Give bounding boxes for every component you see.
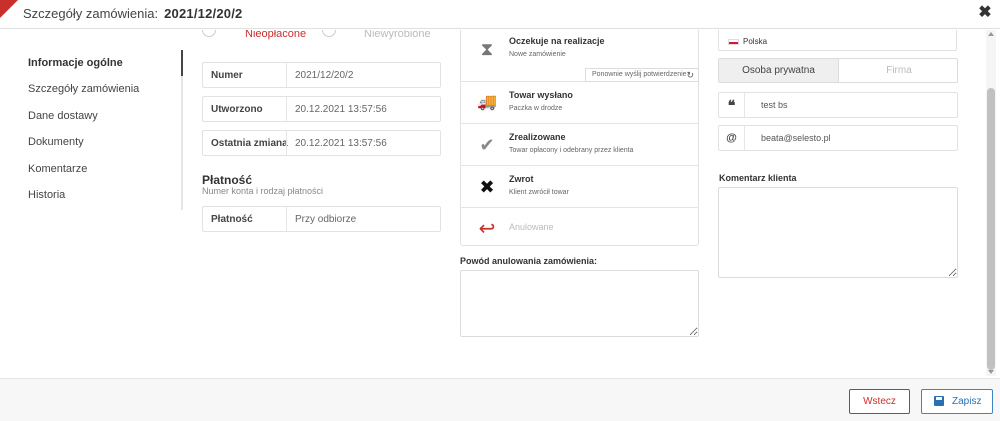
sidebar-item-documents[interactable]: Dokumenty	[28, 129, 182, 155]
modified-value: 20.12.2021 13:57:56	[295, 138, 387, 149]
payment-section-title: Płatność	[202, 173, 253, 187]
status-returned[interactable]: ✖ Zwrot Klient zwrócił towar	[461, 165, 698, 207]
sidebar-item-comments[interactable]: Komentarze	[28, 156, 182, 182]
status-subtitle: Towar opłacony i odebrany przez klienta	[509, 147, 634, 154]
status-title: Oczekuje na realizacje	[509, 36, 605, 46]
status-shipped[interactable]: 🚚 Towar wysłano Paczka w drodze	[461, 81, 698, 123]
modified-field: Ostatnia zmiana 20.12.2021 13:57:56	[202, 130, 441, 156]
at-icon: @	[719, 126, 745, 150]
close-icon[interactable]: ✖	[977, 4, 993, 22]
scroll-up-arrow-icon[interactable]	[988, 32, 994, 36]
radio-not-processed[interactable]	[322, 30, 336, 37]
quote-icon: ❝	[719, 93, 745, 117]
sidebar-item-general-info[interactable]: Informacje ogólne	[28, 50, 182, 76]
payment-method-label: Płatność	[211, 214, 253, 225]
radio-not-processed-label: Niewyrobione	[364, 30, 431, 40]
customer-type-private[interactable]: Osoba prywatna	[719, 59, 839, 82]
save-button[interactable]: Zapisz	[921, 389, 993, 414]
status-subtitle: Paczka w drodze	[509, 105, 563, 112]
modal-header: Szczegóły zamówienia: 2021/12/20/2 ✖	[0, 0, 1000, 29]
payment-method-field: Płatność Przy odbiorze	[202, 206, 441, 232]
customer-name-value: test bs	[761, 100, 788, 110]
country-value: Polska	[743, 37, 768, 46]
undo-arrow-icon: ↩	[478, 218, 496, 240]
status-title: Anulowane	[509, 222, 554, 232]
status-title: Zrealizowane	[509, 132, 566, 142]
number-field: Numer 2021/12/20/2	[202, 62, 441, 88]
truck-icon: 🚚	[477, 94, 497, 111]
cross-icon: ✖	[479, 177, 495, 197]
resend-label: Ponownie wyślij potwierdzenie	[592, 71, 687, 78]
order-status-list: ⧗ Oczekuje na realizacje Nowe zamówienie…	[460, 30, 699, 246]
refresh-icon: ↻	[686, 70, 694, 80]
status-title: Zwrot	[509, 174, 534, 184]
number-label: Numer	[211, 70, 243, 81]
field-divider	[286, 63, 287, 87]
sidebar-item-delivery-data[interactable]: Dane dostawy	[28, 103, 182, 129]
country-field[interactable]: Polska	[718, 30, 957, 51]
payment-status-radio-group: Nieopłacone Niewyrobione	[202, 30, 441, 48]
customer-comment-label: Komentarz klienta	[719, 173, 797, 183]
customer-email-field[interactable]: @ beata@selesto.pl	[718, 125, 958, 151]
created-field: Utworzono 20.12.2021 13:57:56	[202, 96, 441, 122]
created-label: Utworzono	[211, 104, 263, 115]
status-title: Towar wysłano	[509, 90, 573, 100]
scrollbar-thumb[interactable]	[987, 88, 995, 370]
field-divider	[286, 207, 287, 231]
status-subtitle: Nowe zamówienie	[509, 51, 566, 58]
radio-unpaid[interactable]	[202, 30, 216, 37]
hourglass-icon: ⧗	[480, 39, 494, 59]
status-completed[interactable]: ✔ Zrealizowane Towar opłacony i odebrany…	[461, 123, 698, 165]
alert-corner-badge	[0, 0, 18, 18]
customer-type-company[interactable]: Firma	[839, 59, 957, 82]
page-title: Szczegóły zamówienia: 2021/12/20/2	[23, 6, 242, 21]
poland-flag-icon	[728, 39, 739, 45]
modified-label: Ostatnia zmiana	[211, 138, 288, 149]
cancel-reason-textarea[interactable]	[460, 270, 699, 337]
created-value: 20.12.2021 13:57:56	[295, 104, 387, 115]
number-value: 2021/12/20/2	[295, 70, 354, 81]
customer-comment-textarea[interactable]	[718, 187, 958, 278]
status-subtitle: Klient zwrócił towar	[509, 189, 569, 196]
sidebar: Informacje ogólne Szczegóły zamówienia D…	[28, 50, 182, 208]
customer-type-toggle: Osoba prywatna Firma	[718, 58, 958, 83]
cancel-reason-label: Powód anulowania zamówienia:	[460, 256, 598, 266]
sidebar-item-order-details[interactable]: Szczegóły zamówienia	[28, 76, 182, 102]
payment-method-value: Przy odbiorze	[295, 214, 357, 225]
sidebar-item-history[interactable]: Historia	[28, 182, 182, 208]
radio-unpaid-label: Nieopłacone	[245, 30, 307, 40]
order-details-modal: Szczegóły zamówienia: 2021/12/20/2 ✖ Info…	[0, 0, 1000, 421]
floppy-disk-icon	[934, 396, 944, 406]
scroll-down-arrow-icon[interactable]	[988, 370, 994, 374]
save-button-label: Zapisz	[952, 396, 982, 407]
field-divider	[286, 131, 287, 155]
customer-email-value: beata@selesto.pl	[761, 133, 831, 143]
check-icon: ✔	[479, 135, 495, 155]
title-label: Szczegóły zamówienia:	[23, 6, 159, 21]
resend-confirmation-button[interactable]: Ponownie wyślij potwierdzenie ↻	[585, 68, 699, 82]
status-cancelled[interactable]: ↩ Anulowane	[461, 207, 698, 245]
customer-name-field[interactable]: ❝ test bs	[718, 92, 958, 118]
order-number: 2021/12/20/2	[164, 6, 243, 21]
back-button[interactable]: Wstecz	[849, 389, 910, 414]
field-divider	[286, 97, 287, 121]
payment-section-subtitle: Numer konta i rodzaj płatności	[202, 186, 324, 196]
status-awaiting[interactable]: ⧗ Oczekuje na realizacje Nowe zamówienie	[461, 30, 698, 70]
